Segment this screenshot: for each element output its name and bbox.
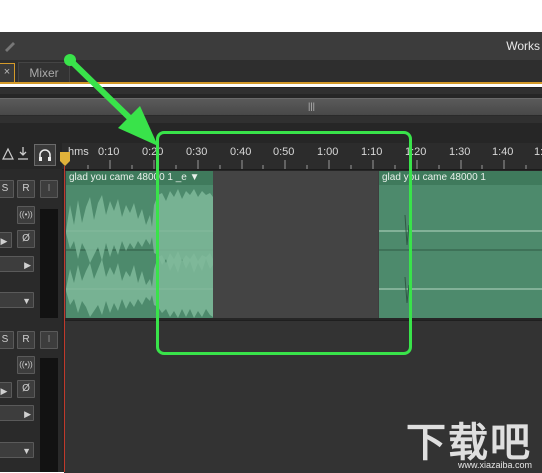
record-arm-button[interactable]: R (17, 331, 35, 349)
ruler-unit-label: hms (68, 146, 89, 158)
output-select[interactable]: ▼ (0, 442, 34, 458)
input-monitor-button[interactable]: I (40, 180, 58, 198)
title-bar (0, 32, 542, 61)
playhead-marker-icon[interactable] (60, 152, 70, 166)
headphones-icon (39, 149, 51, 161)
level-meter (40, 209, 58, 318)
download-icon[interactable] (16, 146, 30, 161)
record-arm-button[interactable]: R (17, 180, 35, 198)
watermark-url: www.xiazaiba.com (457, 460, 532, 470)
stereo-icon[interactable]: ((•)) (17, 206, 35, 224)
pencil-icon[interactable] (2, 37, 18, 53)
play-track-button[interactable]: ▶ (0, 232, 12, 248)
ruler-tick-label: 1: (534, 146, 542, 158)
input-select[interactable]: ▶ (0, 405, 34, 421)
ruler-tick-label: 1:30 (449, 146, 471, 158)
phase-invert-button[interactable]: Ø (17, 380, 35, 398)
level-meter (40, 358, 58, 472)
input-monitor-button[interactable]: I (40, 331, 58, 349)
play-track-button[interactable]: ▶ (0, 382, 12, 398)
scroll-grip-icon: ||| (308, 101, 316, 111)
solo-button[interactable]: S (0, 331, 14, 349)
playhead-line[interactable] (64, 166, 65, 472)
triangle-icon[interactable] (2, 147, 14, 161)
ruler-tick-label: 0:10 (98, 146, 120, 158)
output-select[interactable]: ▼ (0, 292, 34, 308)
tab-mixer[interactable]: Mixer (18, 62, 70, 84)
highlight-box (156, 131, 412, 355)
monitor-input-button[interactable] (34, 144, 56, 166)
input-select[interactable]: ▶ (0, 256, 34, 272)
stereo-icon[interactable]: ((•)) (17, 356, 35, 374)
close-tab-button[interactable]: × (0, 63, 15, 83)
navigator-scrollbar-thumb[interactable] (0, 98, 542, 116)
panel-tab-bar (0, 60, 542, 84)
active-tab-underline (0, 82, 542, 84)
ruler-tick-label: 1:40 (492, 146, 514, 158)
top-margin (0, 0, 542, 32)
solo-button[interactable]: S (0, 180, 14, 198)
workspace-label[interactable]: Works (506, 39, 540, 53)
phase-invert-button[interactable]: Ø (17, 230, 35, 248)
